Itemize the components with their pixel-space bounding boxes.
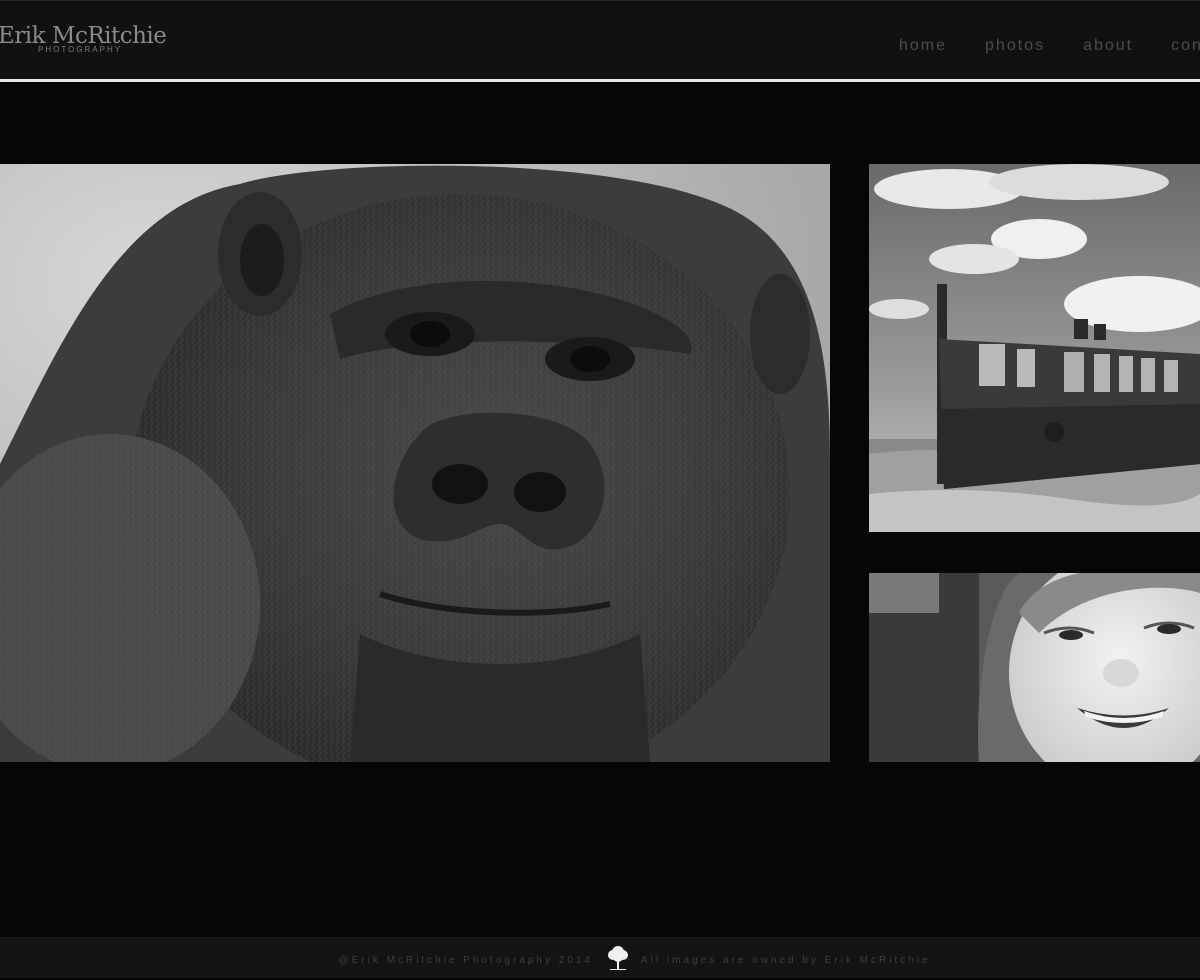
footer-copyright: @Erik McRitchie Photography 2014 [338,955,593,966]
logo-subtitle: PHOTOGRAPHY [38,45,123,54]
site-header: Erik McRitchie PHOTOGRAPHY home photos abo… [0,0,1200,79]
gorilla-photo[interactable] [0,164,830,762]
child-photo[interactable] [869,573,1200,762]
nav-item-home[interactable]: home [899,37,947,55]
shipwreck-photo[interactable] [869,164,1200,532]
site-footer: @Erik McRitchie Photography 2014 All ima… [0,937,1200,978]
nav-item-contact[interactable]: contact [1171,37,1200,55]
header-divider [0,79,1200,82]
nav-item-photos[interactable]: photos [985,37,1045,55]
nav-item-about[interactable]: about [1083,37,1133,55]
main-nav: home photos about contact [899,37,1200,57]
site-logo[interactable]: Erik McRitchie PHOTOGRAPHY [0,23,167,54]
footer-rights: All images are owned by Erik McRitchie [641,955,931,966]
tree-icon [608,946,628,970]
